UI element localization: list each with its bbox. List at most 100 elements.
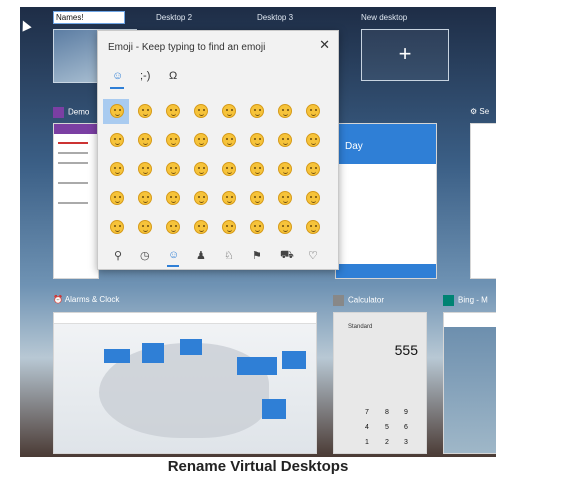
alarms-clock-window[interactable] xyxy=(53,312,317,454)
emoji-item[interactable] xyxy=(250,220,264,234)
calc-mode-label: Standard xyxy=(348,324,373,330)
emoji-item[interactable] xyxy=(306,191,320,205)
food-icon[interactable]: ⚑ xyxy=(252,249,262,262)
car-icon[interactable]: ⛟ xyxy=(280,249,294,263)
emoji-item[interactable] xyxy=(166,220,180,234)
celebration-icon[interactable]: ♘ xyxy=(224,249,234,262)
new-desktop-button[interactable]: + xyxy=(361,29,449,81)
emoji-item[interactable] xyxy=(138,191,152,205)
emoji-item[interactable] xyxy=(250,162,264,176)
world-clock-tile[interactable] xyxy=(262,399,286,419)
plus-icon: + xyxy=(398,41,412,66)
calc-key-5[interactable]: 5 xyxy=(385,424,389,431)
calendar-window[interactable]: Day xyxy=(335,123,437,279)
desktop-3-label[interactable]: Desktop 3 xyxy=(257,13,293,22)
calculator-icon xyxy=(333,295,344,306)
alarm-clock-icon: ⏰ xyxy=(53,295,65,304)
world-clock-tile[interactable] xyxy=(104,349,130,363)
calc-key-6[interactable]: 6 xyxy=(404,424,408,431)
tab-emoji[interactable]: ☺ xyxy=(112,70,123,82)
category-selected-underline xyxy=(167,265,179,267)
heart-icon[interactable]: ♡ xyxy=(308,249,318,262)
emoji-item[interactable] xyxy=(138,133,152,147)
calc-key-8[interactable]: 8 xyxy=(385,409,389,416)
emoji-item[interactable] xyxy=(166,191,180,205)
emoji-item[interactable] xyxy=(110,104,124,118)
emoji-item[interactable] xyxy=(110,191,124,205)
bing-icon xyxy=(443,295,454,306)
mouse-cursor-icon xyxy=(20,18,32,32)
desktop-rename-input[interactable]: Names! xyxy=(53,11,125,24)
calc-key-1[interactable]: 1 xyxy=(365,439,369,446)
emoji-item[interactable] xyxy=(110,162,124,176)
search-icon[interactable]: ⚲ xyxy=(114,249,122,262)
emoji-item[interactable] xyxy=(306,104,320,118)
world-clock-tile[interactable] xyxy=(142,343,164,363)
emoji-item[interactable] xyxy=(194,162,208,176)
calculator-window[interactable]: Standard 555 7 8 9 4 5 6 1 2 3 xyxy=(333,312,427,454)
world-clock-tile[interactable] xyxy=(282,351,306,369)
emoji-item[interactable] xyxy=(222,191,236,205)
emoji-item[interactable] xyxy=(194,104,208,118)
new-desktop-label: New desktop xyxy=(361,13,408,22)
emoji-item[interactable] xyxy=(306,133,320,147)
emoji-item[interactable] xyxy=(278,104,292,118)
people-icon[interactable]: ♟ xyxy=(196,249,206,262)
calc-key-9[interactable]: 9 xyxy=(404,409,408,416)
emoji-item[interactable] xyxy=(278,220,292,234)
emoji-item[interactable] xyxy=(138,220,152,234)
calc-key-4[interactable]: 4 xyxy=(365,424,369,431)
emoji-item[interactable] xyxy=(194,191,208,205)
emoji-item[interactable] xyxy=(166,104,180,118)
settings-window-title: ⚙ Se xyxy=(470,107,490,116)
tab-kaomoji[interactable]: ;-) xyxy=(140,70,150,82)
emoji-item[interactable] xyxy=(278,162,292,176)
world-clock-tile[interactable] xyxy=(237,357,277,375)
emoji-item[interactable] xyxy=(110,133,124,147)
emoji-item[interactable] xyxy=(222,133,236,147)
caption: Rename Virtual Desktops xyxy=(167,458,349,475)
emoji-item[interactable] xyxy=(166,162,180,176)
emoji-item[interactable] xyxy=(306,220,320,234)
alarms-window-title: ⏰ Alarms & Clock xyxy=(53,295,120,304)
emoji-item[interactable] xyxy=(306,162,320,176)
emoji-item[interactable] xyxy=(250,133,264,147)
emoji-item[interactable] xyxy=(222,104,236,118)
emoji-item[interactable] xyxy=(250,104,264,118)
emoji-panel-title: Emoji - Keep typing to find an emoji xyxy=(108,42,266,53)
calculator-window-title: Calculator xyxy=(333,295,384,306)
bing-window-title: Bing - M xyxy=(443,295,488,306)
emoji-panel[interactable]: Emoji - Keep typing to find an emoji ✕ ☺… xyxy=(97,30,339,270)
emoji-item[interactable] xyxy=(194,220,208,234)
onenote-window-title: Demo xyxy=(53,107,89,118)
emoji-item[interactable] xyxy=(194,133,208,147)
tab-symbols[interactable]: Ω xyxy=(169,70,177,82)
calc-key-3[interactable]: 3 xyxy=(404,439,408,446)
recent-icon[interactable]: ◷ xyxy=(140,249,150,262)
emoji-item[interactable] xyxy=(166,133,180,147)
emoji-item[interactable] xyxy=(138,104,152,118)
gear-icon: ⚙ xyxy=(470,107,480,116)
emoji-category-bar: ⚲ ◷ ☺ ♟ ♘ ⚑ ⛟ ♡ xyxy=(98,245,338,267)
emoji-item[interactable] xyxy=(138,162,152,176)
desktop-2-label[interactable]: Desktop 2 xyxy=(156,13,192,22)
emoji-item[interactable] xyxy=(222,162,236,176)
calendar-day-label: Day xyxy=(345,141,363,152)
emoji-item[interactable] xyxy=(222,220,236,234)
settings-window[interactable] xyxy=(470,123,496,279)
emoji-item[interactable] xyxy=(278,191,292,205)
emoji-item[interactable] xyxy=(250,191,264,205)
calc-key-7[interactable]: 7 xyxy=(365,409,369,416)
close-icon[interactable]: ✕ xyxy=(319,37,330,53)
tab-emoji-underline xyxy=(110,87,124,89)
smiley-icon[interactable]: ☺ xyxy=(168,249,179,261)
emoji-item[interactable] xyxy=(278,133,292,147)
calc-display: 555 xyxy=(394,342,418,358)
bing-window[interactable] xyxy=(443,312,496,454)
task-view-screenshot: Names! Desktop 2 Desktop 3 New desktop +… xyxy=(20,7,496,457)
world-clock-tile[interactable] xyxy=(180,339,202,355)
emoji-item[interactable] xyxy=(110,220,124,234)
calc-key-2[interactable]: 2 xyxy=(385,439,389,446)
onenote-icon xyxy=(53,107,64,118)
onenote-window[interactable] xyxy=(53,123,99,279)
